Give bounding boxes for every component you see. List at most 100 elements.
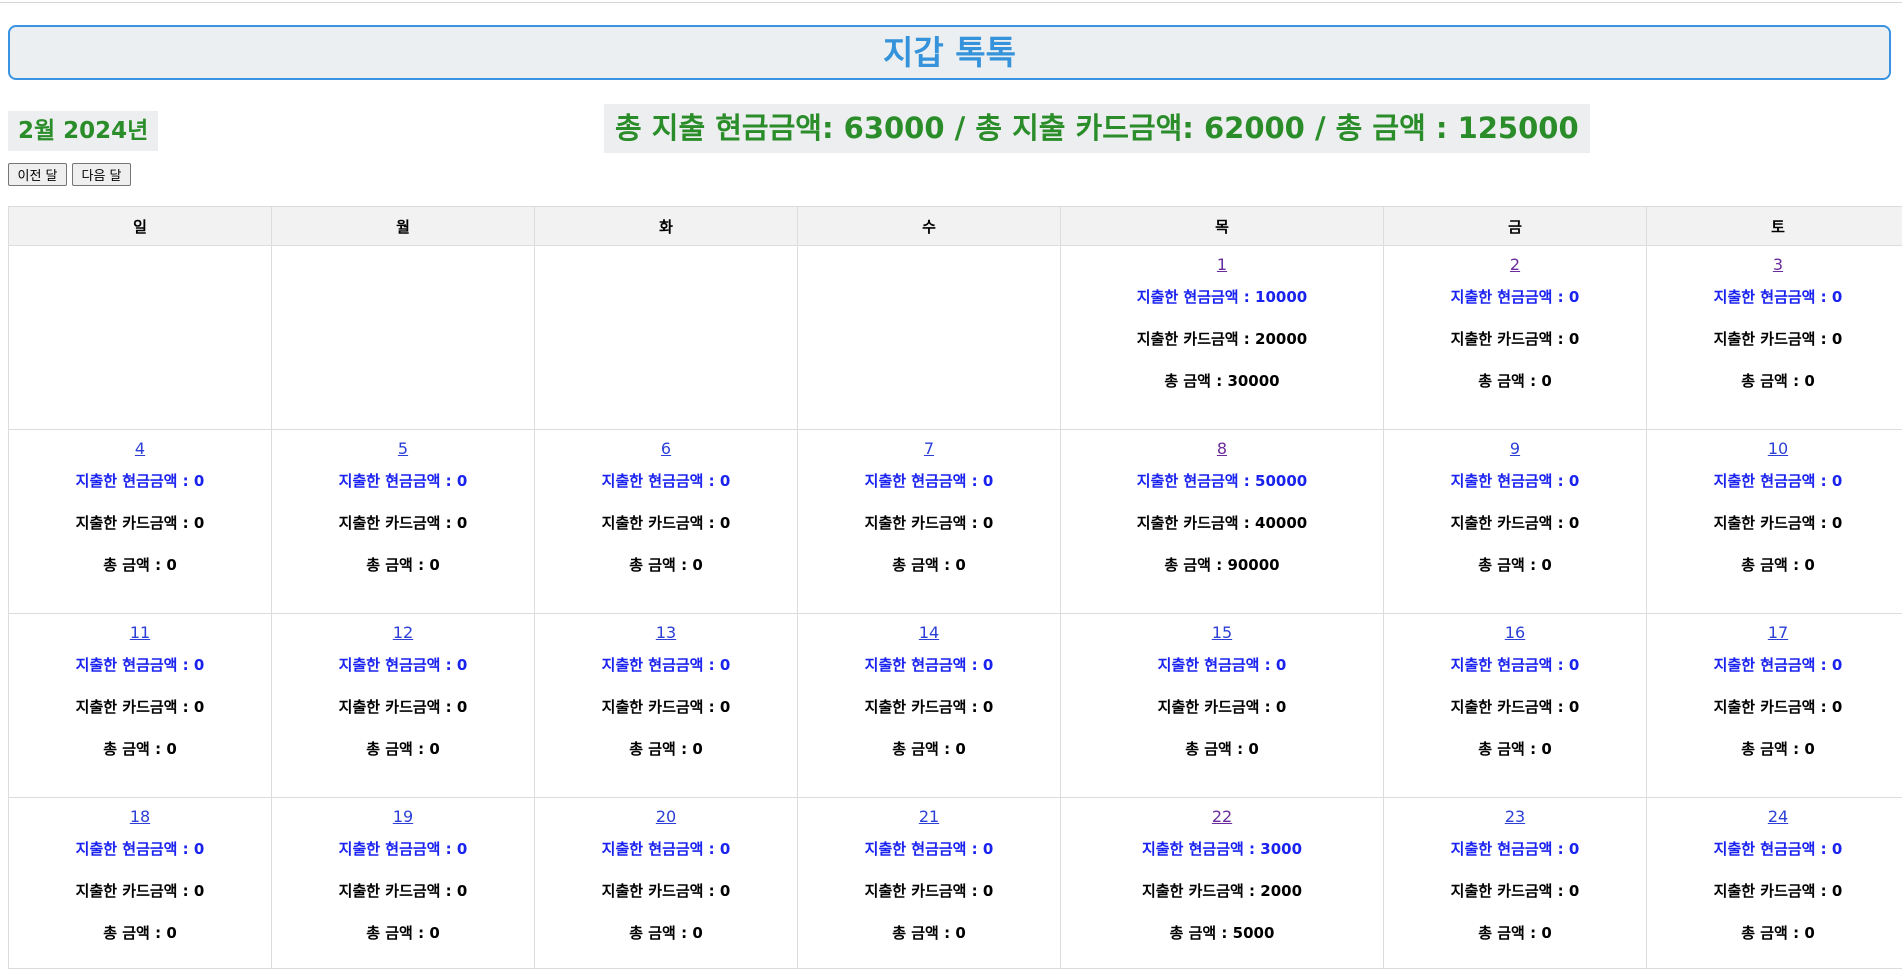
day-cell: 10지출한 현금금액 : 0지출한 카드금액 : 0총 금액 : 0 bbox=[1647, 430, 1902, 614]
total-label: 총 금액 : bbox=[1164, 372, 1227, 390]
total-amount: 0 bbox=[166, 556, 176, 574]
day-link[interactable]: 8 bbox=[1217, 439, 1227, 458]
day-number: 14 bbox=[798, 622, 1060, 644]
calendar-week-row: 1지출한 현금금액 : 10000지출한 카드금액 : 20000총 금액 : … bbox=[9, 246, 1902, 430]
cash-amount: 0 bbox=[194, 656, 204, 674]
day-link[interactable]: 17 bbox=[1768, 623, 1788, 642]
card-amount: 0 bbox=[457, 882, 467, 900]
day-link[interactable]: 23 bbox=[1505, 807, 1525, 826]
day-link[interactable]: 6 bbox=[661, 439, 671, 458]
day-number: 24 bbox=[1647, 806, 1902, 828]
day-cell: 4지출한 현금금액 : 0지출한 카드금액 : 0총 금액 : 0 bbox=[9, 430, 272, 614]
day-cell: 7지출한 현금금액 : 0지출한 카드금액 : 0총 금액 : 0 bbox=[798, 430, 1061, 614]
day-cell: 14지출한 현금금액 : 0지출한 카드금액 : 0총 금액 : 0 bbox=[798, 614, 1061, 798]
day-link[interactable]: 20 bbox=[656, 807, 676, 826]
card-label: 지출한 카드금액 : bbox=[1451, 882, 1569, 900]
day-cell: 9지출한 현금금액 : 0지출한 카드금액 : 0총 금액 : 0 bbox=[1384, 430, 1647, 614]
cash-label: 지출한 현금금액 : bbox=[1158, 656, 1276, 674]
calendar-body: 1지출한 현금금액 : 10000지출한 카드금액 : 20000총 금액 : … bbox=[9, 246, 1902, 969]
day-cell: 19지출한 현금금액 : 0지출한 카드금액 : 0총 금액 : 0 bbox=[272, 798, 535, 969]
cash-amount: 0 bbox=[1569, 656, 1579, 674]
cash-spent-line: 지출한 현금금액 : 0 bbox=[1384, 828, 1646, 870]
prev-month-button[interactable]: 이전 달 bbox=[8, 163, 67, 186]
total-label: 총 금액 : bbox=[892, 740, 955, 758]
day-link[interactable]: 21 bbox=[919, 807, 939, 826]
calendar-table: 일 월 화 수 목 금 토 1지출한 현금금액 : 10000지출한 카드금액 … bbox=[8, 206, 1902, 969]
day-link[interactable]: 9 bbox=[1510, 439, 1520, 458]
total-amount: 0 bbox=[692, 556, 702, 574]
card-label: 지출한 카드금액 : bbox=[865, 698, 983, 716]
next-month-button[interactable]: 다음 달 bbox=[72, 163, 131, 186]
day-total-line: 총 금액 : 90000 bbox=[1061, 544, 1383, 586]
card-spent-line: 지출한 카드금액 : 0 bbox=[535, 870, 797, 912]
day-link[interactable]: 18 bbox=[130, 807, 150, 826]
total-amount: 0 bbox=[692, 740, 702, 758]
cash-amount: 0 bbox=[457, 656, 467, 674]
total-label: 총 금액 : bbox=[1741, 924, 1804, 942]
card-amount: 0 bbox=[1569, 882, 1579, 900]
day-number: 16 bbox=[1384, 622, 1646, 644]
day-link[interactable]: 4 bbox=[135, 439, 145, 458]
cash-label: 지출한 현금금액 : bbox=[1451, 288, 1569, 306]
day-link[interactable]: 16 bbox=[1505, 623, 1525, 642]
day-link[interactable]: 2 bbox=[1510, 255, 1520, 274]
total-label: 총 금액 : bbox=[1741, 740, 1804, 758]
total-label: 총 금액 : bbox=[366, 556, 429, 574]
day-link[interactable]: 5 bbox=[398, 439, 408, 458]
card-label: 지출한 카드금액 : bbox=[602, 514, 720, 532]
day-cell: 16지출한 현금금액 : 0지출한 카드금액 : 0총 금액 : 0 bbox=[1384, 614, 1647, 798]
day-number: 20 bbox=[535, 806, 797, 828]
day-number: 4 bbox=[9, 438, 271, 460]
weekday-header: 월 bbox=[272, 207, 535, 246]
day-link[interactable]: 3 bbox=[1773, 255, 1783, 274]
day-link[interactable]: 15 bbox=[1212, 623, 1232, 642]
top-divider bbox=[0, 2, 1902, 3]
cash-amount: 0 bbox=[1832, 472, 1842, 490]
card-amount: 0 bbox=[1832, 882, 1842, 900]
day-number: 19 bbox=[272, 806, 534, 828]
day-link[interactable]: 14 bbox=[919, 623, 939, 642]
day-link[interactable]: 7 bbox=[924, 439, 934, 458]
card-label: 지출한 카드금액 : bbox=[1714, 514, 1832, 532]
day-cell: 15지출한 현금금액 : 0지출한 카드금액 : 0총 금액 : 0 bbox=[1061, 614, 1384, 798]
card-label: 지출한 카드금액 : bbox=[339, 514, 457, 532]
day-link[interactable]: 12 bbox=[393, 623, 413, 642]
card-label: 지출한 카드금액 : bbox=[76, 514, 194, 532]
total-amount: 0 bbox=[1804, 556, 1814, 574]
day-link[interactable]: 1 bbox=[1217, 255, 1227, 274]
day-number: 13 bbox=[535, 622, 797, 644]
card-label: 지출한 카드금액 : bbox=[1714, 698, 1832, 716]
cash-amount: 0 bbox=[1832, 840, 1842, 858]
day-cell: 17지출한 현금금액 : 0지출한 카드금액 : 0총 금액 : 0 bbox=[1647, 614, 1902, 798]
day-link[interactable]: 24 bbox=[1768, 807, 1788, 826]
day-link[interactable]: 13 bbox=[656, 623, 676, 642]
calendar-week-row: 4지출한 현금금액 : 0지출한 카드금액 : 0총 금액 : 05지출한 현금… bbox=[9, 430, 1902, 614]
weekday-header: 토 bbox=[1647, 207, 1902, 246]
cash-amount: 0 bbox=[1832, 288, 1842, 306]
day-link[interactable]: 19 bbox=[393, 807, 413, 826]
card-label: 지출한 카드금액 : bbox=[1142, 882, 1260, 900]
cash-amount: 0 bbox=[1569, 472, 1579, 490]
cash-spent-line: 지출한 현금금액 : 0 bbox=[9, 828, 271, 870]
day-cell: 2지출한 현금금액 : 0지출한 카드금액 : 0총 금액 : 0 bbox=[1384, 246, 1647, 430]
day-number: 23 bbox=[1384, 806, 1646, 828]
cash-spent-line: 지출한 현금금액 : 0 bbox=[535, 460, 797, 502]
cash-label: 지출한 현금금액 : bbox=[865, 472, 983, 490]
total-label: 총 금액 : bbox=[103, 924, 166, 942]
day-total-line: 총 금액 : 0 bbox=[798, 912, 1060, 954]
cash-label: 지출한 현금금액 : bbox=[339, 656, 457, 674]
day-number: 2 bbox=[1384, 254, 1646, 276]
day-cell: 8지출한 현금금액 : 50000지출한 카드금액 : 40000총 금액 : … bbox=[1061, 430, 1384, 614]
total-amount: 0 bbox=[429, 924, 439, 942]
cash-amount: 0 bbox=[720, 472, 730, 490]
cash-spent-line: 지출한 현금금액 : 0 bbox=[798, 644, 1060, 686]
total-label: 총 금액 : bbox=[103, 740, 166, 758]
cash-spent-line: 지출한 현금금액 : 0 bbox=[1384, 460, 1646, 502]
day-link[interactable]: 10 bbox=[1768, 439, 1788, 458]
day-link[interactable]: 22 bbox=[1212, 807, 1232, 826]
day-number: 7 bbox=[798, 438, 1060, 460]
day-link[interactable]: 11 bbox=[130, 623, 150, 642]
card-amount: 0 bbox=[983, 882, 993, 900]
day-total-line: 총 금액 : 0 bbox=[9, 544, 271, 586]
day-cell: 20지출한 현금금액 : 0지출한 카드금액 : 0총 금액 : 0 bbox=[535, 798, 798, 969]
